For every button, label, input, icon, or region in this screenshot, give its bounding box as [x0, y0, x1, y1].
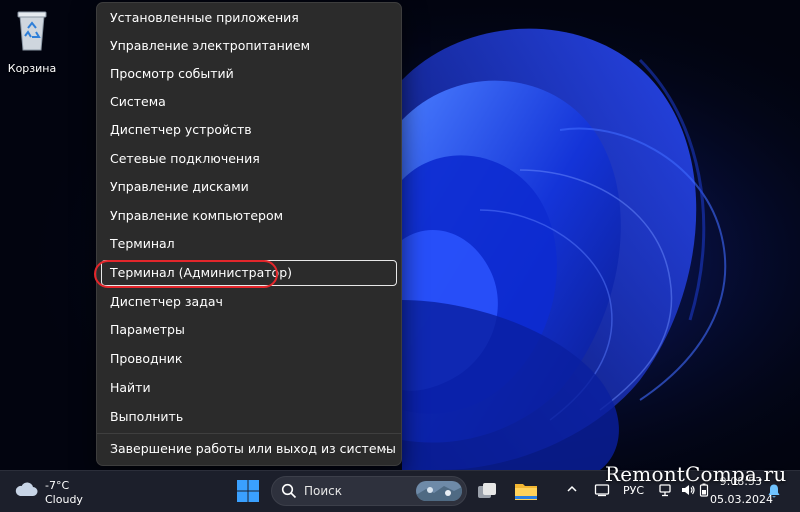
menu-item[interactable]: Проводник — [101, 346, 397, 372]
recycle-bin-icon — [17, 11, 47, 51]
menu-item[interactable]: Управление электропитанием — [101, 33, 397, 59]
menu-item[interactable]: Просмотр событий — [101, 61, 397, 87]
search-highlight-image — [416, 481, 462, 501]
chevron-up-icon[interactable] — [566, 483, 578, 495]
menu-item[interactable]: Параметры — [101, 317, 397, 343]
menu-item-shutdown-label: Завершение работы или выход из системы — [110, 441, 396, 456]
weather-temperature: -7°C — [45, 479, 70, 492]
weather-condition: Cloudy — [45, 493, 83, 506]
taskbar-search-box[interactable]: Поиск — [271, 476, 467, 506]
task-view-icon[interactable] — [476, 481, 498, 501]
menu-item[interactable]: Управление компьютером — [101, 203, 397, 229]
recycle-bin-shortcut[interactable]: Корзина — [4, 6, 60, 75]
menu-item[interactable]: Управление дисками — [101, 174, 397, 200]
recycle-bin-label: Корзина — [7, 62, 57, 75]
clock-date: 05.03.2024 — [710, 493, 773, 506]
menu-separator — [97, 433, 401, 434]
menu-item[interactable]: Терминал — [101, 231, 397, 257]
windows-start-icon[interactable] — [236, 479, 260, 503]
menu-item-shutdown[interactable]: Завершение работы или выход из системы › — [101, 436, 397, 462]
power-user-context-menu: Установленные приложения Управление элект… — [96, 2, 402, 466]
file-explorer-icon[interactable] — [514, 480, 538, 502]
search-icon — [281, 483, 297, 499]
search-placeholder: Поиск — [304, 484, 343, 498]
chevron-right-icon: › — [382, 442, 387, 456]
desktop: Корзина Установленные приложения Управлен… — [0, 0, 800, 470]
menu-item[interactable]: Установленные приложения — [101, 5, 397, 31]
menu-item[interactable]: Диспетчер задач — [101, 289, 397, 315]
cloud-icon — [15, 482, 38, 496]
weather-widget[interactable]: -7°C Cloudy — [14, 477, 94, 507]
menu-item[interactable]: Сетевые подключения — [101, 146, 397, 172]
menu-item[interactable]: Найти — [101, 375, 397, 401]
menu-item[interactable]: Диспетчер устройств — [101, 117, 397, 143]
site-watermark: RemontCompa.ru — [605, 462, 787, 486]
menu-item[interactable]: Терминал (Администратор) — [101, 260, 397, 286]
menu-item[interactable]: Система — [101, 89, 397, 115]
menu-item[interactable]: Выполнить — [101, 404, 397, 430]
